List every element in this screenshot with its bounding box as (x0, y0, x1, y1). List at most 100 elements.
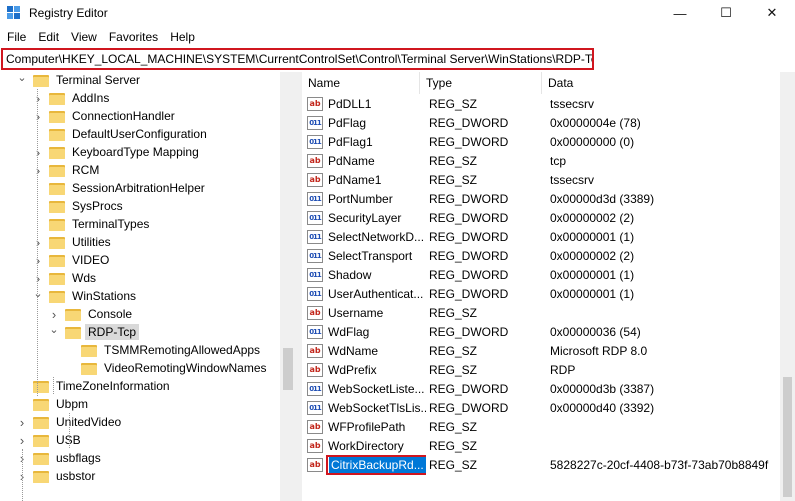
tree-scrollbar[interactable] (280, 72, 296, 501)
values-list-pane[interactable]: Name Type Data ab PdDLL1 REG_SZ tssecsrv 011… (302, 72, 795, 501)
value-name: PdFlag (328, 115, 367, 130)
value-row[interactable]: ab CitrixBackupRd... REG_SZ 5828227c-20cf-4… (302, 454, 780, 475)
chevron-right-icon[interactable]: › (17, 433, 27, 448)
value-row[interactable]: 011 SelectTransport REG_DWORD 0x00000002 (2… (302, 246, 780, 265)
list-scrollbar-thumb[interactable] (783, 377, 792, 497)
value-type: REG_SZ (429, 96, 478, 111)
value-row[interactable]: 011 SelectNetworkD... REG_DWORD 0x00000001 … (302, 227, 780, 246)
chevron-right-icon[interactable]: › (33, 235, 43, 250)
value-row[interactable]: ab WdPrefix REG_SZ RDP (302, 360, 780, 379)
value-type: REG_SZ (429, 343, 478, 358)
tree-item[interactable]: › RCM (33, 161, 102, 179)
chevron-right-icon[interactable]: › (17, 415, 27, 430)
address-bar[interactable]: Computer\HKEY_LOCAL_MACHINE\SYSTEM\Curre… (1, 48, 594, 70)
value-row[interactable]: 011 WdFlag REG_DWORD 0x00000036 (54) (302, 322, 780, 341)
folder-icon (49, 110, 65, 123)
value-name-cell: 011 SelectNetworkD... (302, 229, 426, 245)
column-header-data[interactable]: Data (542, 72, 778, 94)
value-name: WorkDirectory (328, 438, 404, 453)
chevron-right-icon[interactable]: › (33, 253, 43, 268)
value-row[interactable]: ab PdName REG_SZ tcp (302, 151, 780, 170)
list-header: Name Type Data (302, 72, 795, 94)
tree-item[interactable]: ⌄ Terminal Server (17, 72, 143, 89)
tree-item[interactable]: › UnitedVideo (17, 413, 124, 431)
tree-item[interactable]: TerminalTypes (33, 215, 152, 233)
value-row[interactable]: 011 PdFlag1 REG_DWORD 0x00000000 (0) (302, 132, 780, 151)
tree-item-label: KeyboardType Mapping (72, 145, 199, 159)
menu-file[interactable]: File (1, 27, 32, 47)
tree-item[interactable]: › usbstor (17, 467, 98, 485)
value-row[interactable]: 011 WebSocketListe... REG_DWORD 0x00000d3b … (302, 379, 780, 398)
value-type: REG_DWORD (429, 286, 509, 301)
value-row[interactable]: ab WdName REG_SZ Microsoft RDP 8.0 (302, 341, 780, 360)
chevron-right-icon[interactable]: › (33, 109, 43, 124)
tree-item[interactable]: SysProcs (33, 197, 126, 215)
tree-item[interactable]: › VIDEO (33, 251, 112, 269)
value-row[interactable]: ab PdName1 REG_SZ tssecsrv (302, 170, 780, 189)
value-row[interactable]: 011 UserAuthenticat... REG_DWORD 0x00000001… (302, 284, 780, 303)
tree-item[interactable]: › KeyboardType Mapping (33, 143, 202, 161)
tree-item-label: usbflags (56, 451, 101, 465)
tree-item[interactable]: TimeZoneInformation (17, 377, 173, 395)
tree-item[interactable]: › USB (17, 431, 84, 449)
window-title: Registry Editor (29, 6, 108, 20)
chevron-right-icon[interactable]: › (33, 271, 43, 286)
maximize-button[interactable]: ☐ (703, 0, 749, 26)
chevron-down-icon[interactable]: ⌄ (33, 288, 43, 300)
tree-item[interactable]: › Utilities (33, 233, 114, 251)
tree-item[interactable]: ⌄ WinStations (33, 287, 139, 305)
value-row[interactable]: ab WFProfilePath REG_SZ (302, 417, 780, 436)
value-data: 0x00000d3d (3389) (550, 191, 655, 206)
menu-help[interactable]: Help (164, 27, 201, 47)
value-name-cell: ab PdName (302, 153, 426, 169)
value-data: 0x00000002 (2) (550, 210, 635, 225)
tree-item[interactable]: › AddIns (33, 89, 112, 107)
tree-item[interactable]: › Console (49, 305, 135, 323)
value-row[interactable]: 011 PortNumber REG_DWORD 0x00000d3d (3389) (302, 189, 780, 208)
value-name: SelectNetworkD... (328, 229, 425, 244)
tree-connector-line (37, 89, 38, 396)
chevron-down-icon[interactable]: ⌄ (49, 324, 59, 336)
chevron-right-icon[interactable]: › (33, 163, 43, 178)
column-header-type[interactable]: Type (420, 72, 542, 94)
tree-item[interactable]: › usbflags (17, 449, 104, 467)
chevron-down-icon[interactable]: ⌄ (17, 72, 27, 84)
value-row[interactable]: 011 PdFlag REG_DWORD 0x0000004e (78) (302, 113, 780, 132)
value-name: UserAuthenticat... (328, 286, 424, 301)
tree-item[interactable]: › ConnectionHandler (33, 107, 178, 125)
column-header-name[interactable]: Name (302, 72, 420, 94)
tree-item[interactable]: VideoRemotingWindowNames (65, 359, 270, 377)
value-row[interactable]: ab PdDLL1 REG_SZ tssecsrv (302, 94, 780, 113)
menu-view[interactable]: View (65, 27, 103, 47)
binary-value-icon: 011 (307, 381, 323, 396)
menu-favorites[interactable]: Favorites (103, 27, 164, 47)
tree-item[interactable]: ⌄ RDP-Tcp (49, 323, 140, 341)
value-type: REG_DWORD (429, 381, 509, 396)
tree-scrollbar-thumb[interactable] (283, 348, 293, 390)
value-row[interactable]: ab WorkDirectory REG_SZ (302, 436, 780, 455)
menu-edit[interactable]: Edit (32, 27, 65, 47)
tree-item[interactable]: DefaultUserConfiguration (33, 125, 210, 143)
chevron-right-icon[interactable]: › (33, 91, 43, 106)
binary-value-icon: 011 (307, 229, 323, 244)
value-row[interactable]: 011 SecurityLayer REG_DWORD 0x00000002 (2) (302, 208, 780, 227)
value-row[interactable]: 011 WebSocketTlsLis... REG_DWORD 0x00000d40… (302, 398, 780, 417)
value-row[interactable]: 011 Shadow REG_DWORD 0x00000001 (1) (302, 265, 780, 284)
tree-item[interactable]: TSMMRemotingAllowedApps (65, 341, 263, 359)
value-name-cell: 011 PdFlag (302, 115, 426, 131)
minimize-button[interactable]: — (657, 0, 703, 26)
chevron-right-icon[interactable]: › (33, 145, 43, 160)
list-scrollbar[interactable] (780, 72, 795, 501)
value-row[interactable]: ab Username REG_SZ (302, 303, 780, 322)
close-button[interactable]: ✕ (749, 0, 795, 26)
chevron-right-icon[interactable]: › (49, 307, 59, 322)
tree-item-label: VideoRemotingWindowNames (104, 361, 267, 375)
tree-item[interactable]: Ubpm (17, 395, 91, 413)
tree-item[interactable]: › Wds (33, 269, 99, 287)
tree-item[interactable]: SessionArbitrationHelper (33, 179, 208, 197)
folder-icon (65, 326, 81, 339)
key-tree-pane[interactable]: ⌄ Terminal Server › AddIns › ConnectionHandle… (0, 72, 296, 501)
folder-icon (49, 290, 65, 303)
